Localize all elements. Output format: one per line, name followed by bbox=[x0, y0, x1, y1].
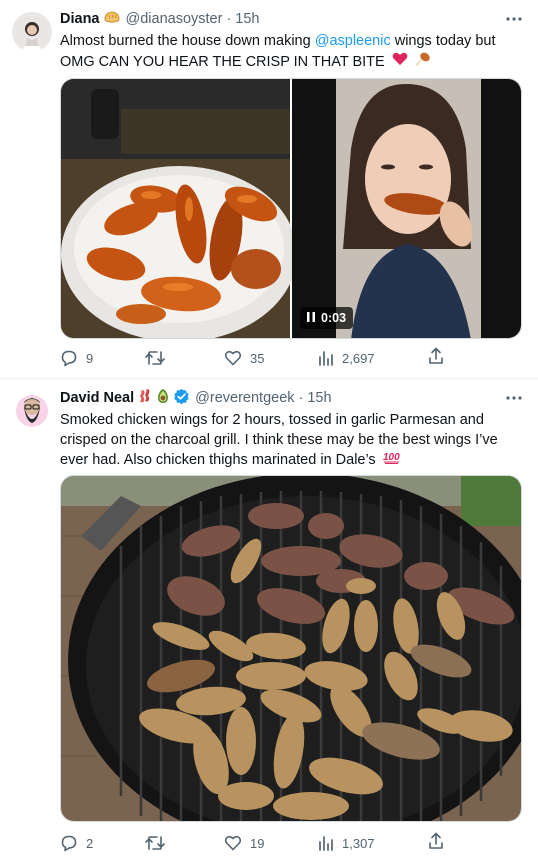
more-icon[interactable] bbox=[504, 9, 524, 29]
action-bar: 9 35 2,697 bbox=[60, 347, 443, 368]
like-button[interactable]: 19 bbox=[224, 833, 264, 853]
media-grid[interactable] bbox=[60, 78, 522, 339]
separator-dot: · bbox=[226, 11, 232, 27]
like-icon bbox=[224, 834, 242, 852]
tweet-text: Almost burned the house down making @asp… bbox=[60, 31, 526, 73]
retweet-icon bbox=[145, 349, 165, 367]
tweet-text-part: Almost burned the house down making bbox=[60, 33, 315, 49]
timestamp[interactable]: 15h bbox=[307, 390, 331, 406]
video-time-label: 0:03 bbox=[321, 311, 347, 325]
more-icon[interactable] bbox=[504, 388, 524, 408]
views-button[interactable]: 1,307 bbox=[318, 833, 375, 853]
share-icon[interactable] bbox=[428, 347, 444, 370]
hundred-emoji: 100 bbox=[383, 450, 401, 470]
reply-count: 9 bbox=[86, 350, 94, 366]
handle[interactable]: @dianasoyster bbox=[126, 11, 223, 27]
views-count: 1,307 bbox=[342, 835, 375, 851]
drumstick-emoji bbox=[415, 51, 431, 73]
verified-badge-icon[interactable] bbox=[173, 388, 190, 409]
tweet-header: Diana @dianasoyster · 15h bbox=[60, 9, 259, 29]
tweet-header: David Neal @reverentgeek · 15h bbox=[60, 388, 332, 408]
share-icon[interactable] bbox=[428, 832, 444, 855]
views-button[interactable]: 2,697 bbox=[318, 348, 375, 368]
display-name[interactable]: Diana bbox=[60, 11, 100, 27]
display-name[interactable]: David Neal bbox=[60, 390, 134, 406]
avocado-emoji bbox=[156, 388, 170, 408]
retweet-button[interactable] bbox=[145, 348, 173, 368]
bread-emoji bbox=[103, 10, 121, 28]
video-duration-badge[interactable]: 0:03 bbox=[300, 307, 354, 329]
heart-emoji bbox=[392, 52, 408, 72]
timestamp[interactable]: 15h bbox=[235, 11, 259, 27]
tweet-david-neal[interactable]: David Neal @reverentgeek · 15h Smoked ch… bbox=[0, 379, 538, 861]
pause-icon[interactable] bbox=[307, 311, 315, 325]
handle[interactable]: @reverentgeek bbox=[195, 390, 294, 406]
retweet-button[interactable] bbox=[145, 833, 173, 853]
reply-icon bbox=[60, 834, 78, 852]
like-button[interactable]: 35 bbox=[224, 348, 264, 368]
reply-button[interactable]: 2 bbox=[60, 833, 93, 853]
reply-count: 2 bbox=[86, 835, 94, 851]
tweet-diana[interactable]: Diana @dianasoyster · 15h Almost burned … bbox=[0, 0, 538, 379]
tweet-text: Smoked chicken wings for 2 hours, tossed… bbox=[60, 410, 526, 470]
views-icon bbox=[318, 835, 334, 851]
like-count: 35 bbox=[250, 350, 265, 366]
like-icon bbox=[224, 349, 242, 367]
reply-icon bbox=[60, 349, 78, 367]
separator-dot: · bbox=[298, 390, 304, 406]
tweet-text-part: Smoked chicken wings for 2 hours, tossed… bbox=[60, 412, 498, 468]
avatar[interactable] bbox=[12, 12, 52, 52]
reply-button[interactable]: 9 bbox=[60, 348, 93, 368]
mention-link[interactable]: @aspleenic bbox=[315, 33, 391, 49]
wings-bowl-photo bbox=[61, 79, 297, 338]
avatar[interactable] bbox=[12, 391, 52, 431]
views-icon bbox=[318, 350, 334, 366]
action-bar: 2 19 1,307 bbox=[60, 832, 443, 853]
share-button[interactable] bbox=[428, 832, 444, 855]
grill-photo[interactable] bbox=[60, 475, 522, 822]
svg-text:100: 100 bbox=[383, 452, 400, 463]
retweet-icon bbox=[145, 834, 165, 852]
share-button[interactable] bbox=[428, 347, 444, 370]
video-thumbnail bbox=[292, 79, 521, 338]
views-count: 2,697 bbox=[342, 350, 375, 366]
like-count: 19 bbox=[250, 835, 265, 851]
bacon-emoji bbox=[137, 388, 153, 408]
